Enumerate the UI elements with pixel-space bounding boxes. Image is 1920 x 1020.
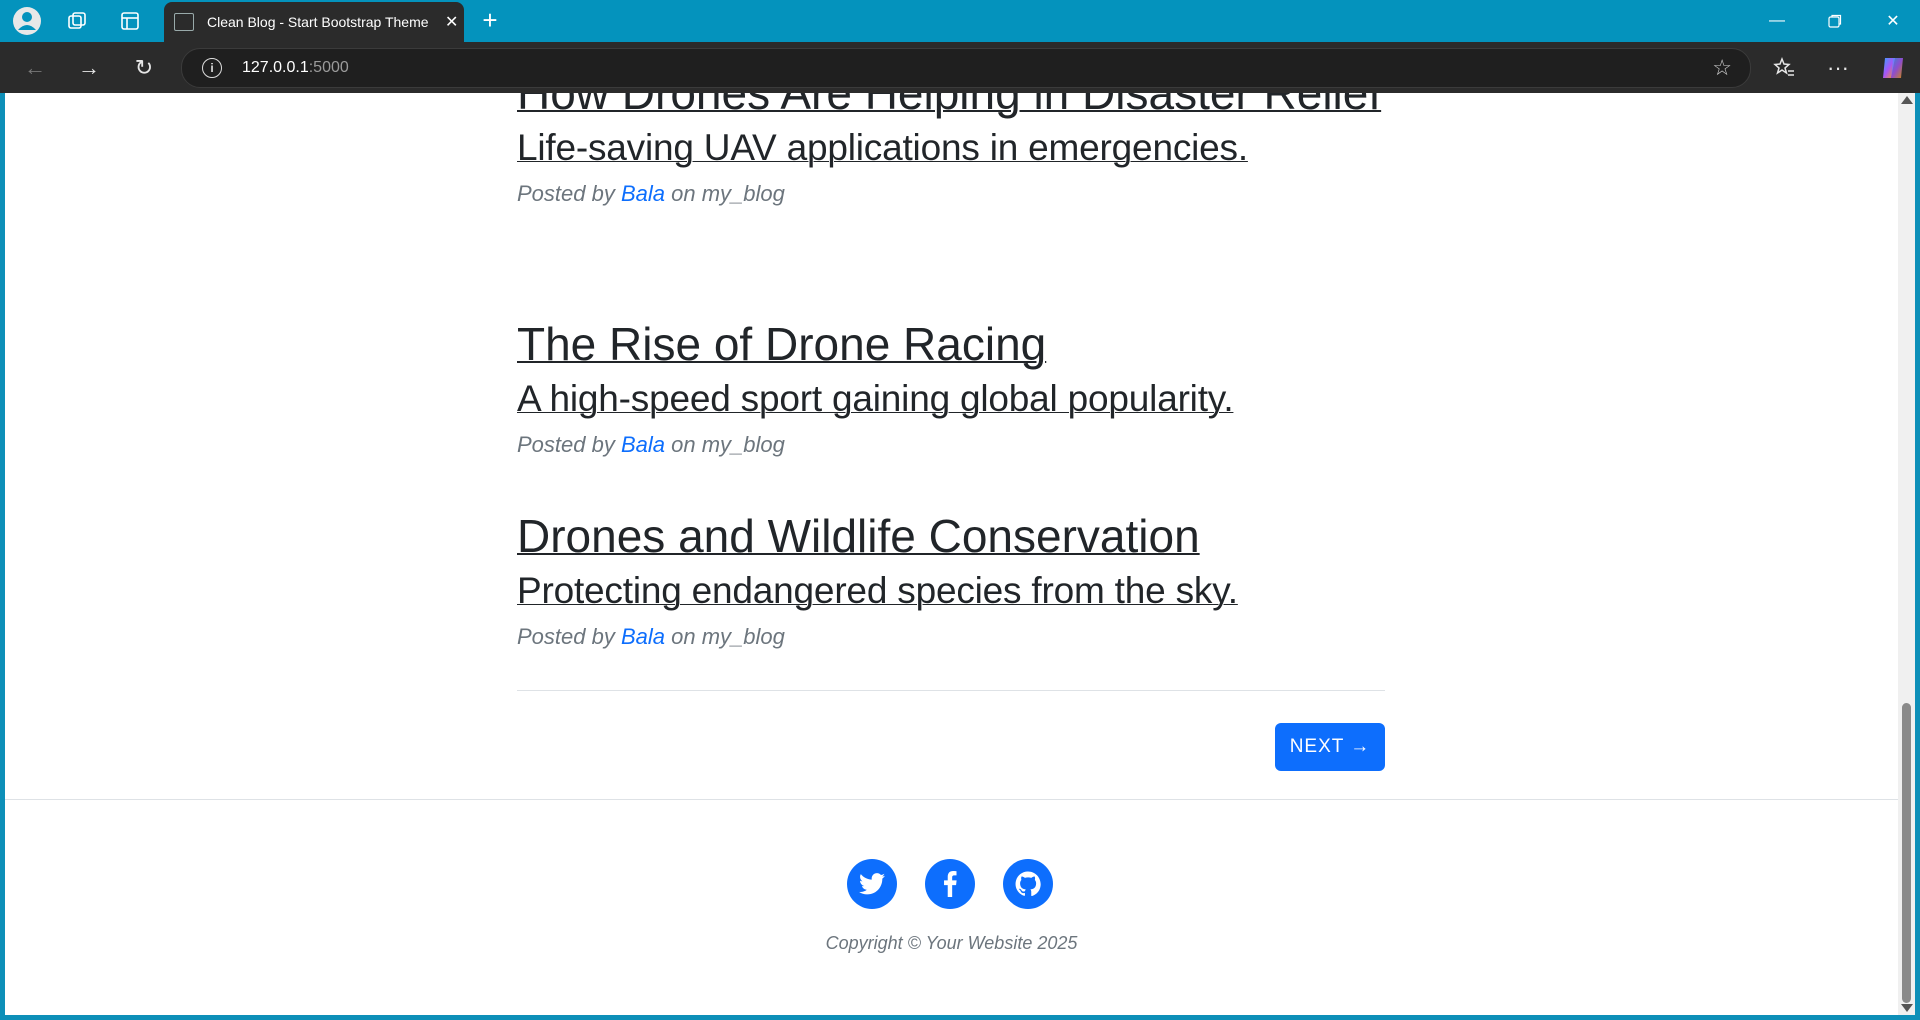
copilot-icon[interactable] xyxy=(1875,50,1911,86)
close-tab-icon[interactable]: ✕ xyxy=(445,12,458,32)
post-list: How Drones Are Helping in Disaster Relie… xyxy=(517,93,1385,693)
scroll-down-icon[interactable] xyxy=(1901,1004,1913,1012)
author-link[interactable]: Bala xyxy=(621,181,665,206)
author-link[interactable]: Bala xyxy=(621,624,665,649)
browser-titlebar: Clean Blog - Start Bootstrap Theme ✕ + —… xyxy=(0,0,1920,42)
terminal-favicon-icon xyxy=(174,13,194,31)
page-viewport: How Drones Are Helping in Disaster Relie… xyxy=(5,93,1898,1015)
scrollbar-thumb[interactable] xyxy=(1902,703,1911,1003)
next-page-button[interactable]: NEXT → xyxy=(1275,723,1385,771)
browser-toolbar: ← → ↻ i 127.0.0.1:5000 ☆ ··· xyxy=(0,42,1920,93)
back-icon[interactable]: ← xyxy=(17,50,53,86)
scroll-up-icon[interactable] xyxy=(1901,96,1913,104)
post-subtitle[interactable]: A high-speed sport gaining global popula… xyxy=(517,376,1385,422)
new-tab-icon[interactable]: + xyxy=(475,6,505,36)
github-icon[interactable] xyxy=(1003,859,1053,909)
profile-icon[interactable] xyxy=(12,6,42,36)
post-title[interactable]: Drones and Wildlife Conservation xyxy=(517,508,1385,564)
post-title[interactable]: How Drones Are Helping in Disaster Relie… xyxy=(517,93,1385,121)
url-text: 127.0.0.1:5000 xyxy=(242,59,349,76)
address-bar[interactable]: i 127.0.0.1:5000 ☆ xyxy=(181,48,1751,88)
post-preview[interactable]: Drones and Wildlife Conservation Protect… xyxy=(517,508,1385,650)
post-meta: Posted by Bala on my_blog xyxy=(517,432,785,457)
reload-icon[interactable]: ↻ xyxy=(126,50,162,86)
post-preview[interactable]: The Rise of Drone Racing A high-speed sp… xyxy=(517,316,1385,458)
post-subtitle[interactable]: Life-saving UAV applications in emergenc… xyxy=(517,125,1385,171)
copyright-text: Copyright © Your Website 2025 xyxy=(825,933,1078,953)
minimize-icon[interactable]: — xyxy=(1748,0,1806,42)
restore-icon[interactable] xyxy=(1806,0,1864,42)
tab-title: Clean Blog - Start Bootstrap Theme xyxy=(207,14,429,30)
twitter-icon[interactable] xyxy=(847,859,897,909)
facebook-icon[interactable] xyxy=(925,859,975,909)
tab-actions-icon[interactable] xyxy=(115,6,145,36)
page-scrollbar[interactable] xyxy=(1898,93,1915,1015)
close-window-icon[interactable]: ✕ xyxy=(1864,0,1920,42)
author-link[interactable]: Bala xyxy=(621,432,665,457)
post-divider xyxy=(517,690,1385,691)
favorite-star-icon[interactable]: ☆ xyxy=(1712,55,1732,81)
post-preview[interactable]: How Drones Are Helping in Disaster Relie… xyxy=(517,93,1385,207)
favorites-icon[interactable] xyxy=(1766,50,1802,86)
post-subtitle[interactable]: Protecting endangered species from the s… xyxy=(517,568,1385,614)
post-meta: Posted by Bala on my_blog xyxy=(517,624,785,649)
footer-divider xyxy=(5,799,1898,800)
site-info-icon[interactable]: i xyxy=(202,58,222,78)
forward-icon[interactable]: → xyxy=(71,50,107,86)
post-meta: Posted by Bala on my_blog xyxy=(517,181,785,206)
workspaces-icon[interactable] xyxy=(62,6,92,36)
more-options-icon[interactable]: ··· xyxy=(1820,50,1856,86)
browser-tab[interactable]: Clean Blog - Start Bootstrap Theme ✕ xyxy=(164,2,464,42)
post-title[interactable]: The Rise of Drone Racing xyxy=(517,316,1385,372)
